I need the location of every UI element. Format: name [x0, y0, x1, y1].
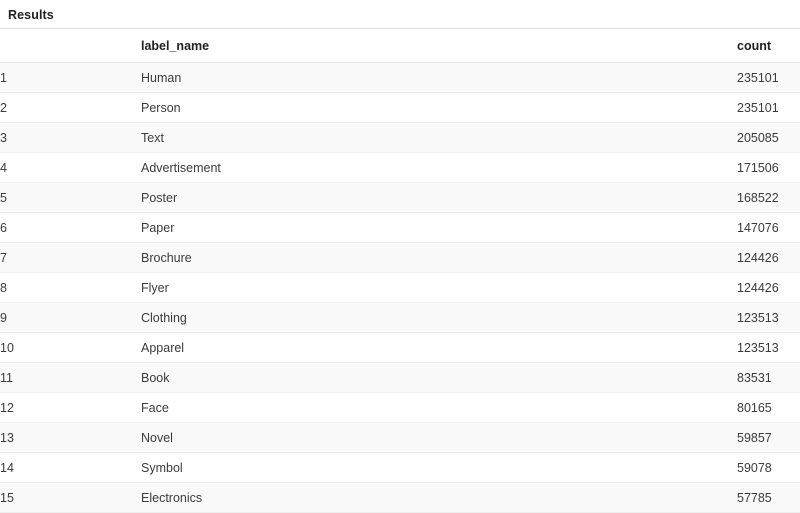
label-name-cell: Advertisement — [141, 152, 737, 183]
row-index-cell: 2 — [0, 92, 141, 123]
table-row[interactable]: 8 Flyer 124426 — [0, 272, 800, 303]
label-name-cell: Clothing — [141, 302, 737, 333]
label-name-cell: Person — [141, 92, 737, 123]
row-index-cell: 12 — [0, 392, 141, 423]
label-name-cell: Book — [141, 362, 737, 393]
table-row[interactable]: 14 Symbol 59078 — [0, 452, 800, 483]
row-index-cell: 1 — [0, 62, 141, 93]
column-header-index[interactable] — [0, 29, 141, 63]
column-header-count[interactable]: count — [737, 29, 800, 63]
row-index-cell: 6 — [0, 212, 141, 243]
row-index-cell: 4 — [0, 152, 141, 183]
label-name-cell: Flyer — [141, 272, 737, 303]
row-index-cell: 5 — [0, 182, 141, 213]
count-cell: 168522 — [737, 182, 800, 213]
table-row[interactable]: 13 Novel 59857 — [0, 422, 800, 453]
label-name-cell: Poster — [141, 182, 737, 213]
table-row[interactable]: 9 Clothing 123513 — [0, 302, 800, 333]
results-table-container: label_name count 1 Human 235101 2 Person 2351… — [0, 29, 800, 513]
row-index-cell: 13 — [0, 422, 141, 453]
count-cell: 59078 — [737, 452, 800, 483]
count-cell: 235101 — [737, 62, 800, 93]
count-cell: 123513 — [737, 302, 800, 333]
table-header: label_name count — [0, 29, 800, 63]
table-row[interactable]: 11 Book 83531 — [0, 362, 800, 393]
table-row[interactable]: 10 Apparel 123513 — [0, 332, 800, 363]
label-name-cell: Symbol — [141, 452, 737, 483]
label-name-cell: Paper — [141, 212, 737, 243]
table-row[interactable]: 12 Face 80165 — [0, 392, 800, 423]
label-name-cell: Text — [141, 122, 737, 153]
count-cell: 235101 — [737, 92, 800, 123]
row-index-cell: 15 — [0, 482, 141, 513]
row-index-cell: 10 — [0, 332, 141, 363]
label-name-cell: Face — [141, 392, 737, 423]
count-cell: 171506 — [737, 152, 800, 183]
count-cell: 205085 — [737, 122, 800, 153]
row-index-cell: 14 — [0, 452, 141, 483]
count-cell: 124426 — [737, 242, 800, 273]
table-row[interactable]: 5 Poster 168522 — [0, 182, 800, 213]
label-name-cell: Brochure — [141, 242, 737, 273]
label-name-cell: Human — [141, 62, 737, 93]
table-row[interactable]: 4 Advertisement 171506 — [0, 152, 800, 183]
results-table: label_name count 1 Human 235101 2 Person 2351… — [0, 29, 800, 513]
label-name-cell: Novel — [141, 422, 737, 453]
label-name-cell: Electronics — [141, 482, 737, 513]
count-cell: 83531 — [737, 362, 800, 393]
row-index-cell: 9 — [0, 302, 141, 333]
count-cell: 147076 — [737, 212, 800, 243]
count-cell: 123513 — [737, 332, 800, 363]
column-header-label-name[interactable]: label_name — [141, 29, 737, 63]
count-cell: 80165 — [737, 392, 800, 423]
table-row[interactable]: 6 Paper 147076 — [0, 212, 800, 243]
row-index-cell: 8 — [0, 272, 141, 303]
row-index-cell: 7 — [0, 242, 141, 273]
table-row[interactable]: 2 Person 235101 — [0, 92, 800, 123]
label-name-cell: Apparel — [141, 332, 737, 363]
table-header-row: label_name count — [0, 29, 800, 63]
count-cell: 124426 — [737, 272, 800, 303]
count-cell: 59857 — [737, 422, 800, 453]
table-row[interactable]: 15 Electronics 57785 — [0, 482, 800, 513]
table-row[interactable]: 3 Text 205085 — [0, 122, 800, 153]
table-row[interactable]: 7 Brochure 124426 — [0, 242, 800, 273]
row-index-cell: 3 — [0, 122, 141, 153]
page-title: Results — [8, 8, 54, 22]
row-index-cell: 11 — [0, 362, 141, 393]
results-panel-header: Results — [0, 0, 800, 29]
count-cell: 57785 — [737, 482, 800, 513]
table-body: 1 Human 235101 2 Person 235101 3 Text 205085 4 Adv… — [0, 62, 800, 513]
table-row[interactable]: 1 Human 235101 — [0, 62, 800, 93]
